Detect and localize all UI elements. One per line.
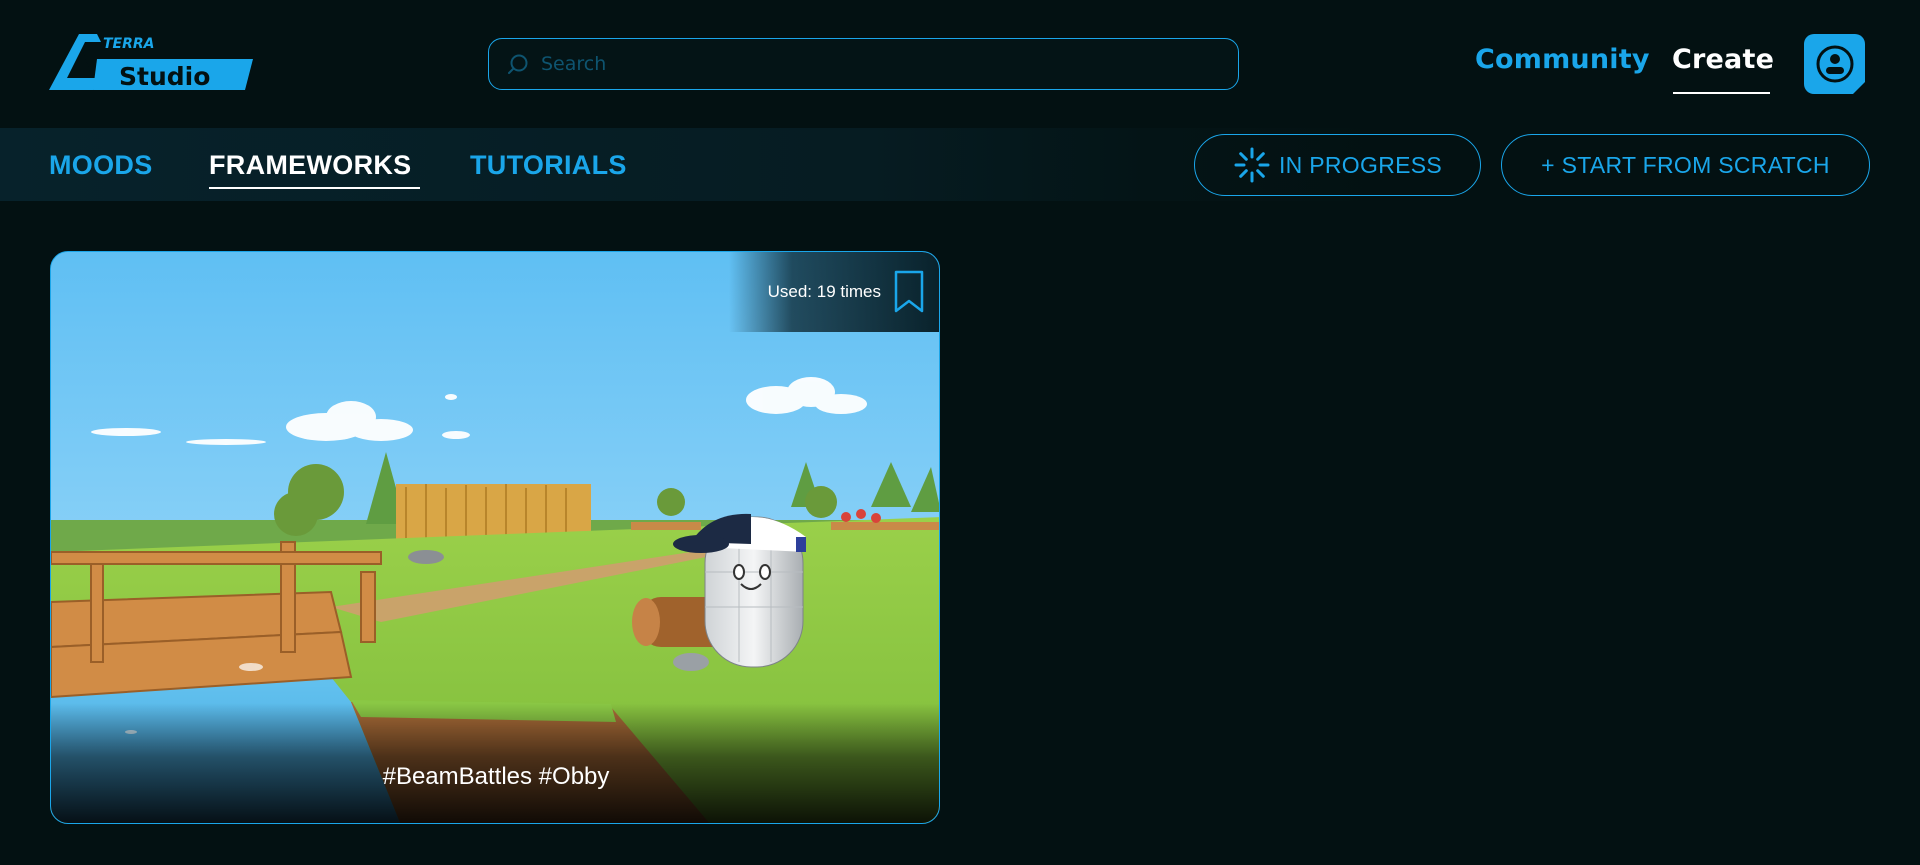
search-input[interactable] bbox=[541, 53, 1201, 75]
framework-card[interactable]: Used: 19 times #BeamBattles #Obby bbox=[50, 251, 940, 824]
usage-badge: Used: 19 times bbox=[729, 252, 939, 332]
start-from-scratch-label: + START FROM SCRATCH bbox=[1541, 151, 1830, 178]
profile-avatar-button[interactable] bbox=[1804, 34, 1865, 94]
tab-moods[interactable]: MOODS bbox=[49, 150, 153, 181]
top-header: TERRA Studio Community Create bbox=[0, 0, 1920, 128]
in-progress-button[interactable]: IN PROGRESS bbox=[1194, 134, 1481, 196]
in-progress-label: IN PROGRESS bbox=[1278, 151, 1443, 178]
start-from-scratch-button[interactable]: + START FROM SCRATCH bbox=[1501, 134, 1870, 196]
frameworks-active-underline bbox=[209, 187, 420, 189]
tab-frameworks[interactable]: FRAMEWORKS bbox=[209, 150, 411, 181]
nav-create-link[interactable]: Create bbox=[1672, 44, 1774, 75]
terra-studio-logo[interactable]: TERRA Studio bbox=[49, 34, 253, 92]
logo-big-text: Studio bbox=[119, 62, 210, 91]
bookmark-icon[interactable] bbox=[893, 270, 925, 314]
tab-tutorials[interactable]: TUTORIALS bbox=[470, 150, 627, 181]
logo-small-text: TERRA bbox=[103, 36, 155, 52]
spinner-icon bbox=[1234, 147, 1270, 183]
create-active-underline bbox=[1673, 92, 1770, 94]
card-tags: #BeamBattles #Obby bbox=[382, 763, 610, 790]
search-bar[interactable] bbox=[488, 38, 1239, 90]
nav-community-link[interactable]: Community bbox=[1475, 44, 1650, 75]
user-icon bbox=[1816, 45, 1853, 83]
usage-count-text: Used: 19 times bbox=[767, 282, 881, 301]
search-icon bbox=[508, 54, 528, 74]
avatar-corner-notch bbox=[1853, 82, 1865, 94]
